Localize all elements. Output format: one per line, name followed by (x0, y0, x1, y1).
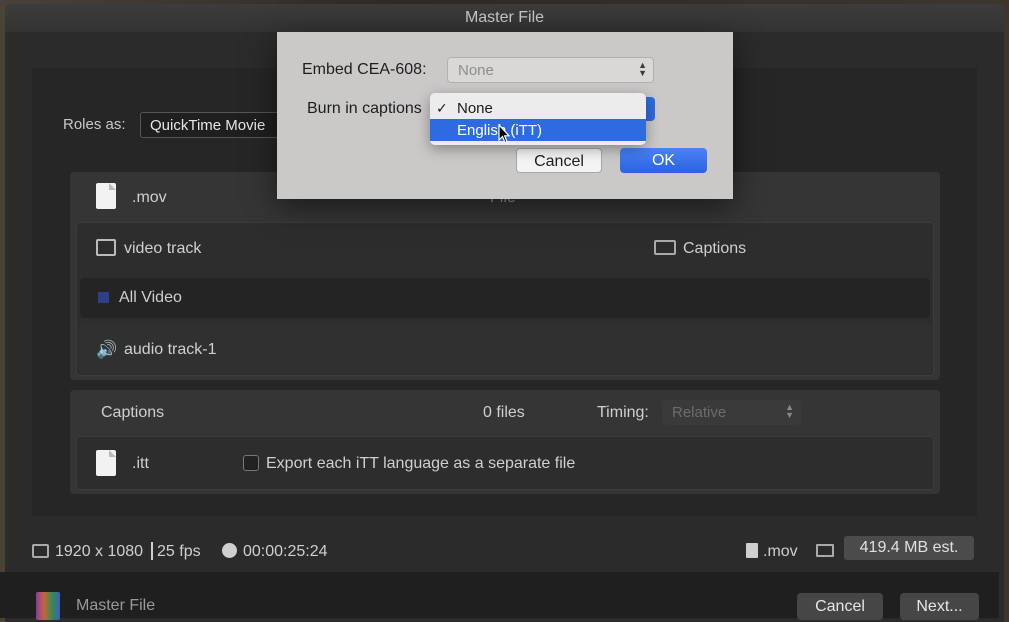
window-title: Master File (5, 4, 1004, 32)
clock-icon (222, 543, 237, 558)
chevron-updown-icon: ▲ ▼ (638, 60, 647, 78)
cancel-button[interactable]: Cancel (797, 593, 883, 620)
captions-file-count: 0 files (483, 404, 525, 421)
menu-item-english-itt[interactable]: English (iTT) (430, 119, 646, 141)
audio-track-label: audio track-1 (124, 341, 217, 358)
checkmark-icon: ✓ (436, 100, 448, 116)
burn-in-captions-menu: ✓ None English (iTT) (430, 93, 646, 145)
timing-label: Timing: (597, 404, 649, 421)
dialog-ok-button[interactable]: OK (620, 148, 707, 173)
duration-text: 00:00:25:24 (243, 543, 328, 560)
master-file-icon (36, 592, 60, 620)
timing-value: Relative (672, 404, 727, 421)
all-video-label: All Video (119, 289, 182, 306)
export-itt-label: Export each iTT language as a separate f… (266, 455, 576, 472)
preset-label: Master File (76, 597, 156, 614)
separator (151, 542, 153, 560)
format-text: .mov (763, 543, 798, 560)
all-video-row[interactable] (80, 278, 930, 318)
captions-icon (654, 240, 676, 255)
itt-file-icon (96, 450, 116, 476)
mouse-pointer-icon (498, 124, 510, 144)
display-icon[interactable] (816, 544, 834, 557)
menu-item-none[interactable]: ✓ None (430, 97, 646, 119)
embed-cea608-popup[interactable]: None ▲ ▼ (447, 57, 654, 83)
chevron-updown-icon: ▲ ▼ (785, 402, 794, 420)
document-icon (746, 543, 758, 558)
embed-cea608-value: None (458, 62, 494, 79)
embed-cea608-label: Embed CEA-608: (302, 61, 427, 78)
file-name: .mov (132, 189, 167, 206)
speaker-icon: 🔊 (96, 340, 118, 359)
roles-popup[interactable]: QuickTime Movie (140, 112, 290, 138)
roles-label: Roles as: (63, 116, 126, 133)
all-video-swatch (98, 292, 109, 303)
resolution-text: 1920 x 1080 (55, 543, 144, 560)
next-button[interactable]: Next... (900, 593, 979, 620)
resolution-icon (32, 544, 49, 558)
timing-popup[interactable]: Relative ▲ ▼ (662, 400, 801, 425)
menu-item-label: None (457, 100, 493, 117)
captions-section-label: Captions (101, 404, 165, 421)
captions-role-label: Captions (683, 240, 747, 257)
dialog-cancel-button[interactable]: Cancel (516, 148, 602, 173)
itt-name: .itt (132, 455, 149, 472)
film-strip-icon (96, 239, 116, 256)
export-itt-checkbox[interactable] (243, 455, 259, 471)
fps-text: 25 fps (157, 543, 201, 560)
burn-in-captions-label: Burn in captions (307, 100, 422, 117)
video-track-label: video track (124, 240, 202, 257)
size-estimate-badge: 419.4 MB est. (844, 536, 974, 560)
mov-file-icon (96, 183, 116, 209)
